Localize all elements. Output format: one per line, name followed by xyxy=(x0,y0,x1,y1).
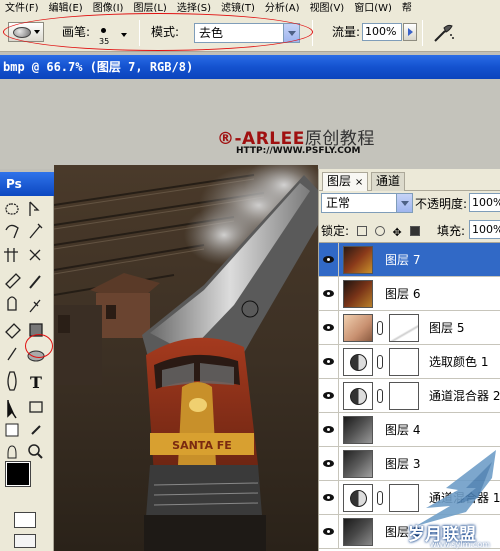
layer-name: 通道混合器 2 xyxy=(429,389,500,403)
menu-select[interactable]: 选择(S) xyxy=(172,3,216,12)
eye-icon[interactable] xyxy=(319,311,339,345)
foreground-color-swatch[interactable] xyxy=(5,461,31,487)
registered-mark: ® xyxy=(217,129,235,149)
eye-icon[interactable] xyxy=(319,515,339,549)
panel-tabs: 图层 × 通道 xyxy=(319,169,500,191)
link-icon[interactable] xyxy=(377,321,383,335)
fill-input[interactable]: 100% xyxy=(469,220,500,239)
lock-label: 锁定: xyxy=(321,224,350,238)
flow-slider-button[interactable] xyxy=(403,23,417,41)
eye-icon[interactable] xyxy=(319,277,339,311)
layer-name: 图层 4 xyxy=(385,423,421,437)
document-title-bar[interactable]: bmp @ 66.7% (图层 7, RGB/8) xyxy=(0,55,500,79)
flow-input[interactable]: 100% xyxy=(362,23,402,41)
eye-icon[interactable] xyxy=(319,447,339,481)
screen-mode-button[interactable] xyxy=(14,534,36,548)
eye-icon[interactable] xyxy=(319,413,339,447)
lock-position-icon[interactable]: ✥ xyxy=(393,227,403,238)
fill-label: 填充: xyxy=(437,224,466,238)
watermark-url: www.sylm.com xyxy=(430,540,490,549)
opacity-label: 不透明度: xyxy=(415,197,468,211)
menu-analysis[interactable]: 分析(A) xyxy=(260,3,305,12)
layer-name: 图层 6 xyxy=(385,287,421,301)
svg-text:T: T xyxy=(30,373,42,392)
flow-label: 流量: xyxy=(332,25,361,39)
adjustment-icon xyxy=(343,348,373,376)
layer-thumbnail xyxy=(343,314,373,342)
menu-filter[interactable]: 滤镜(T) xyxy=(216,3,260,12)
svg-text:SANTA FE: SANTA FE xyxy=(172,439,232,452)
layer-mask-thumbnail[interactable] xyxy=(389,348,419,376)
layer-row[interactable]: 图层 5 xyxy=(319,311,500,345)
layer-row[interactable]: 通道混合器 2 xyxy=(319,379,500,413)
menu-view[interactable]: 视图(V) xyxy=(305,3,350,12)
link-icon[interactable] xyxy=(377,355,383,369)
layer-row[interactable]: 图层 6 xyxy=(319,277,500,311)
layer-name: 图层 7 xyxy=(385,253,421,267)
layer-thumbnail xyxy=(343,518,373,546)
brand-url: HTTP://WWW.PSFLY.COM xyxy=(236,146,361,156)
chevron-down-icon xyxy=(396,194,412,212)
layer-thumbnail xyxy=(343,416,373,444)
lock-pixels-icon[interactable] xyxy=(374,226,385,236)
menu-help[interactable]: 帮 xyxy=(397,3,417,12)
marquee-tool[interactable] xyxy=(3,202,25,222)
lock-all-icon[interactable] xyxy=(410,226,421,236)
tools-palette: Ps T xyxy=(0,172,54,551)
layer-row[interactable]: 图层 7 xyxy=(319,243,500,277)
tab-layers-label: 图层 xyxy=(327,174,352,188)
tab-channels[interactable]: 通道 xyxy=(371,172,406,191)
eye-icon[interactable] xyxy=(319,481,339,515)
tab-layers[interactable]: 图层 × xyxy=(322,172,369,191)
sponge-tool[interactable] xyxy=(27,344,49,364)
document-canvas[interactable]: SANTA FE xyxy=(54,165,318,551)
separator xyxy=(422,20,423,46)
blend-mode-value: 正常 xyxy=(326,196,351,210)
layer-thumbnail xyxy=(343,280,373,308)
layer-name: 图层 5 xyxy=(429,321,465,335)
layer-mask-thumbnail[interactable] xyxy=(389,314,419,342)
watermark-logo: 岁月联盟 www.sylm.com xyxy=(406,448,500,551)
move-tool[interactable] xyxy=(27,202,49,222)
eye-icon[interactable] xyxy=(319,345,339,379)
eye-icon[interactable] xyxy=(319,379,339,413)
menu-image[interactable]: 图像(I) xyxy=(88,3,129,12)
layer-thumbnail xyxy=(343,450,373,478)
layer-row[interactable]: 图层 4 xyxy=(319,413,500,447)
layer-mask-thumbnail[interactable] xyxy=(389,382,419,410)
menu-bar: 文件(F) 编辑(E) 图像(I) 图层(L) 选择(S) 滤镜(T) 分析(A) 视图(V)… xyxy=(0,0,500,12)
link-icon[interactable] xyxy=(377,491,383,505)
menu-file[interactable]: 文件(F) xyxy=(0,3,44,12)
link-icon[interactable] xyxy=(377,389,383,403)
adjustment-icon xyxy=(343,484,373,512)
blend-mode-select[interactable]: 正常 xyxy=(321,193,413,213)
eye-icon[interactable] xyxy=(319,243,339,277)
layer-thumbnail xyxy=(343,246,373,274)
layer-name: 选取颜色 1 xyxy=(429,355,489,369)
annotation-ring xyxy=(3,13,313,51)
layer-row[interactable]: 选取颜色 1 xyxy=(319,345,500,379)
opacity-input[interactable]: 100% xyxy=(469,193,500,212)
options-bar: 画笔: 35 模式: 去色 流量: 100% xyxy=(0,12,500,52)
train-photo: SANTA FE xyxy=(54,165,318,551)
airbrush-icon[interactable] xyxy=(432,20,456,44)
menu-window[interactable]: 窗口(W) xyxy=(349,3,397,12)
close-icon[interactable]: × xyxy=(355,177,363,188)
adjustment-icon xyxy=(343,382,373,410)
menu-edit[interactable]: 编辑(E) xyxy=(44,3,88,12)
menu-layer[interactable]: 图层(L) xyxy=(128,3,171,12)
quick-mask-button[interactable] xyxy=(14,512,36,528)
lock-transparency-icon[interactable] xyxy=(356,226,367,236)
